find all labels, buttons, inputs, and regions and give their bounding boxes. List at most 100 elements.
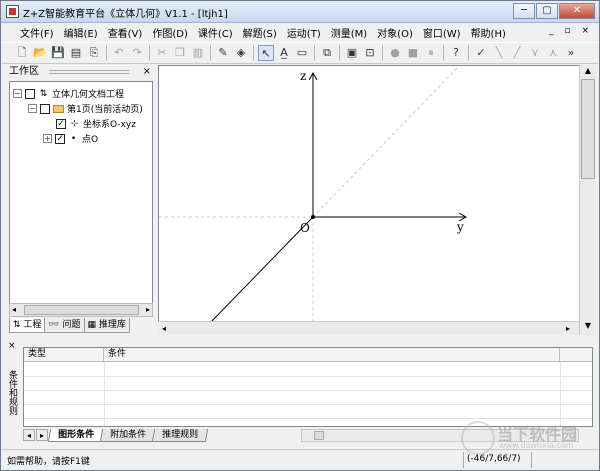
stop-icon[interactable]: ● — [387, 45, 403, 61]
workspace-close-icon[interactable]: × — [143, 65, 151, 79]
copy-icon[interactable]: ❐ — [172, 45, 188, 61]
dashed-negative-x-axis — [312, 66, 460, 218]
save-disk-icon[interactable]: 💾 — [50, 45, 66, 61]
origin-point[interactable] — [311, 215, 315, 219]
conditions-grid[interactable]: 类型 条件 — [23, 347, 593, 427]
tree-checkbox[interactable]: ✓ — [56, 118, 66, 129]
grid-row-line — [24, 390, 592, 391]
page-icon[interactable]: ▭ — [294, 45, 310, 61]
brush-icon[interactable]: ✎ — [215, 45, 231, 61]
menu-solve[interactable]: 解题(S) — [238, 25, 282, 40]
toolbar-separator — [382, 45, 383, 61]
scroll-left-icon[interactable]: ◂ — [12, 304, 16, 316]
tab-scroll-right-icon[interactable]: ▸ — [36, 429, 48, 441]
tree-label: 坐标系O-xyz — [83, 120, 136, 130]
column-condition[interactable]: 条件 — [104, 348, 560, 362]
menu-draw[interactable]: 作图(D) — [147, 25, 193, 40]
vertical-scroll-thumb[interactable] — [581, 79, 595, 179]
menu-window[interactable]: 窗口(W) — [418, 25, 466, 40]
pointer-icon[interactable]: ↖ — [258, 45, 274, 61]
menu-courseware[interactable]: 课件(C) — [193, 25, 238, 40]
toolbar-separator — [468, 45, 469, 61]
import-icon[interactable]: ⎘ — [86, 45, 102, 61]
grid-row-line — [24, 404, 592, 405]
point-tool-icon[interactable]: ✓ — [473, 45, 489, 61]
print-icon[interactable]: ▤ — [68, 45, 84, 61]
open-folder-icon[interactable]: 📂 — [32, 45, 48, 61]
tree-item-project[interactable]: − ⇅ 立体几何文档工程 — [13, 86, 124, 101]
text-tool-icon[interactable]: A̲ — [276, 45, 292, 61]
tab-label: 图形条件 — [58, 430, 95, 440]
help-pointer-icon[interactable]: ? — [448, 45, 464, 61]
scroll-thumb[interactable] — [314, 431, 324, 440]
collapse-icon[interactable]: − — [13, 89, 22, 98]
panel-close-icon[interactable]: × — [8, 342, 16, 351]
undo-icon[interactable]: ↶ — [111, 45, 127, 61]
redo-icon[interactable]: ↷ — [129, 45, 145, 61]
record-icon[interactable]: ⊡ — [362, 45, 378, 61]
vertex-tool-icon[interactable]: ⋏ — [545, 45, 561, 61]
scroll-down-icon[interactable]: ▼ — [580, 321, 596, 330]
play-icon[interactable]: ■ — [405, 45, 421, 61]
expand-icon[interactable]: + — [43, 134, 52, 143]
scroll-right-icon[interactable]: ▸ — [566, 322, 570, 335]
tree-item-point[interactable]: + ✓ • 点O — [43, 131, 98, 146]
collapse-icon[interactable]: − — [28, 104, 37, 113]
tab-figure-conditions[interactable]: 图形条件 — [47, 429, 105, 442]
scroll-up-icon[interactable]: ▲ — [580, 66, 596, 75]
project-tree: − ⇅ 立体几何文档工程 − 第1页(当前活动页) ✓ ⊹ 坐标系O-xyz +… — [9, 81, 153, 317]
tree-checkbox[interactable] — [25, 88, 35, 99]
slide-icon[interactable]: ▣ — [344, 45, 360, 61]
canvas-horizontal-scrollbar[interactable]: ◂ ▸ — [158, 321, 579, 335]
tree-checkbox[interactable] — [40, 103, 50, 114]
menu-object[interactable]: 对象(O) — [372, 25, 418, 40]
conditions-side-title: 条件和规则 — [7, 369, 17, 415]
scroll-right-icon[interactable]: ▸ — [146, 304, 150, 316]
angle-tool-icon[interactable]: ⋎ — [527, 45, 543, 61]
new-doc-icon[interactable]: 🗋 — [14, 45, 30, 61]
toolbar-separator — [149, 45, 150, 61]
x-axis-line[interactable] — [208, 216, 314, 325]
menu-measure[interactable]: 测量(M) — [326, 25, 372, 40]
tab-problem[interactable]: 👓 问题 — [44, 318, 85, 333]
scroll-thumb[interactable] — [24, 305, 139, 315]
fill-icon[interactable]: ◈ — [233, 45, 249, 61]
menu-file[interactable]: 文件(F) — [15, 25, 59, 40]
scroll-left-icon[interactable]: ◂ — [162, 322, 166, 335]
menu-help[interactable]: 帮助(H) — [466, 25, 511, 40]
segment-tool-icon[interactable]: ╱ — [509, 45, 525, 61]
tab-extra-conditions[interactable]: 附加条件 — [99, 429, 157, 442]
canvas-icon[interactable]: ⧉ — [319, 45, 335, 61]
more-icon[interactable]: » — [563, 45, 579, 61]
mdi-controls[interactable]: _ ▫ × — [549, 26, 593, 36]
pause-icon[interactable]: ⏸ — [423, 45, 439, 61]
close-button[interactable]: ✕ — [559, 3, 595, 19]
toolbar: 🗋 📂 💾 ▤ ⎘ ↶ ↷ ✂ ❐ ▥ ✎ ◈ ↖ A̲ ▭ ⧉ ▣ ⊡ ● ■… — [1, 42, 599, 64]
canvas-vertical-scrollbar[interactable]: ▲ ▼ — [579, 65, 595, 335]
column-type[interactable]: 类型 — [24, 348, 104, 362]
tab-project[interactable]: ⇅ 工程 — [9, 318, 46, 333]
tab-reasoning-rules[interactable]: 推理规则 — [151, 429, 209, 442]
menu-edit[interactable]: 编辑(E) — [59, 25, 103, 40]
watermark-logo-icon — [461, 421, 495, 455]
drawing-canvas[interactable]: z y O — [158, 65, 595, 335]
tree-checkbox[interactable]: ✓ — [55, 133, 65, 144]
tree-item-coordsystem[interactable]: ✓ ⊹ 坐标系O-xyz — [56, 116, 136, 131]
tab-label: 问题 — [62, 320, 81, 330]
z-axis-label: z — [300, 69, 306, 83]
menu-motion[interactable]: 运动(T) — [282, 25, 326, 40]
panel-grip[interactable] — [49, 70, 129, 74]
tab-scroll-left-icon[interactable]: ◂ — [23, 429, 35, 441]
menu-view[interactable]: 查看(V) — [103, 25, 148, 40]
tree-scrollbar[interactable]: ◂ ▸ — [9, 303, 153, 317]
tree-item-page[interactable]: − 第1页(当前活动页) — [28, 101, 143, 116]
toolbar-separator — [106, 45, 107, 61]
maximize-button[interactable]: ▢ — [536, 3, 558, 19]
line-tool-icon[interactable]: ╲ — [491, 45, 507, 61]
cut-icon[interactable]: ✂ — [154, 45, 170, 61]
watermark-url: www.downxia.com — [499, 441, 574, 450]
paste-icon[interactable]: ▥ — [190, 45, 206, 61]
tab-reasoning[interactable]: ▦ 推理库 — [83, 318, 130, 333]
minimize-button[interactable]: ─ — [513, 3, 535, 19]
axis-icon: ⊹ — [70, 118, 79, 129]
